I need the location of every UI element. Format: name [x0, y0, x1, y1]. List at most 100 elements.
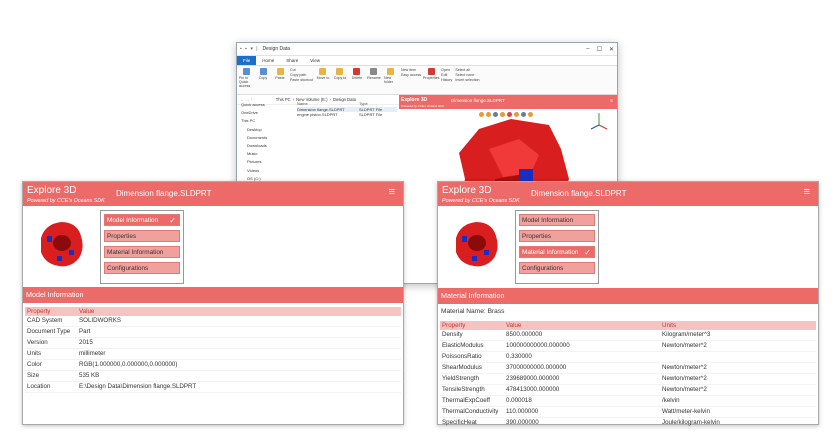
menu-material-information[interactable]: Material Information: [104, 246, 180, 258]
app-subtitle: Powered by CCE's Oceans SDK: [442, 198, 520, 204]
paste-shortcut-button[interactable]: Paste shortcut: [290, 78, 313, 83]
tab-home[interactable]: Home: [256, 56, 280, 65]
maximize-icon[interactable]: ☐: [597, 46, 602, 53]
explorer-titlebar: ▪ ▪ ▾ | Design Data – ☐ ✕: [237, 43, 617, 56]
preview-title: Explore 3D: [401, 97, 428, 103]
open-small-actions: Open Edit History: [441, 68, 452, 83]
minimize-icon[interactable]: –: [586, 46, 589, 53]
folder-icon: [319, 68, 327, 75]
nav-item[interactable]: OneDrive: [241, 109, 299, 117]
info-menu: Model Information ✓ Properties Material I…: [100, 210, 184, 284]
axis-triad-icon: [590, 113, 608, 130]
invert-selection-button[interactable]: Invert selection: [455, 78, 479, 83]
app-header: Explore 3D Powered by CCE's Oceans SDK D…: [438, 182, 818, 206]
table-row: PoissonsRatio 0.330000: [440, 352, 816, 363]
nav-item[interactable]: Downloads: [241, 142, 299, 150]
delete-icon: [353, 68, 361, 75]
easy-access-button[interactable]: Easy access: [401, 73, 421, 78]
hamburger-menu-icon[interactable]: ≡: [610, 98, 613, 104]
material-properties-table: Property Value Units Density 8500.000000 K…: [440, 321, 816, 429]
file-name: Dimension flange.SLDPRT: [531, 189, 627, 198]
properties-button[interactable]: Properties: [423, 68, 439, 80]
nav-item[interactable]: This PC: [241, 117, 299, 125]
nav-item[interactable]: Music: [241, 150, 299, 158]
new-folder-button[interactable]: New folder: [384, 68, 398, 84]
table-row: Density 8500.000000 Kilogram/meter^3: [440, 330, 816, 341]
paste-icon: [276, 68, 284, 75]
explore3d-window-model: Explore 3D Powered by CCE's Oceans SDK D…: [22, 181, 404, 425]
table-row: Size 535 KB: [25, 371, 401, 382]
menu-properties[interactable]: Properties: [519, 230, 595, 242]
select-small-actions: Select all Select none Invert selection: [455, 68, 479, 83]
menu-material-information[interactable]: Material Information ✓: [519, 246, 595, 258]
table-row: ThermalConductivity 110.000000 Watt/meter-…: [440, 407, 816, 418]
hamburger-menu-icon[interactable]: ≡: [389, 187, 395, 198]
table-row: CAD System SOLIDWORKS: [25, 316, 401, 327]
rename-icon: [370, 68, 378, 75]
tab-file[interactable]: File: [237, 56, 257, 65]
file-list: Name Type Dimension flange.SLDPRT SLDPRT…: [297, 101, 397, 118]
menu-configurations[interactable]: Configurations: [519, 262, 595, 274]
menu-configurations[interactable]: Configurations: [104, 262, 180, 274]
nav-item[interactable]: Pictures: [241, 158, 299, 166]
copy-button[interactable]: Copy: [256, 68, 270, 80]
preview-file-name: Dimension flange.SLDPRT: [451, 98, 505, 103]
pin-button[interactable]: Pin to Quick access: [239, 68, 253, 88]
info-menu: Model Information Properties Material In…: [515, 210, 599, 284]
menu-model-information[interactable]: Model Information ✓: [104, 214, 180, 226]
hamburger-menu-icon[interactable]: ≡: [804, 187, 810, 198]
new-folder-icon: [387, 68, 395, 75]
menu-properties[interactable]: Properties: [104, 230, 180, 242]
explorer-title: Design Data: [262, 46, 291, 52]
tab-share[interactable]: Share: [280, 56, 304, 65]
model-thumbnail: [41, 222, 83, 267]
app-title: Explore 3D: [442, 185, 492, 196]
tab-view[interactable]: View: [304, 56, 326, 65]
section-title: Material Information: [438, 288, 818, 304]
file-row[interactable]: engine piston.SLDPRT SLDPRT File: [297, 112, 397, 118]
model-thumbnail: [456, 222, 498, 267]
explore3d-window-material: Explore 3D Powered by CCE's Oceans SDK D…: [437, 181, 819, 429]
properties-icon: [427, 68, 435, 75]
section-title: Model Information: [23, 287, 403, 303]
menu-model-information[interactable]: Model Information: [519, 214, 595, 226]
table-row: Document Type Part: [25, 327, 401, 338]
table-row: Units millimeter: [25, 349, 401, 360]
paste-button[interactable]: Paste: [273, 68, 287, 80]
nav-item[interactable]: Desktop: [241, 126, 299, 134]
checkmark-icon: ✓: [169, 216, 176, 225]
table-header: Property Value Units: [440, 321, 816, 330]
nav-item[interactable]: Quick access: [241, 101, 299, 109]
quick-access-toolbar-icon[interactable]: ▪ ▪ ▾ |: [240, 46, 259, 52]
preview-header: Explore 3D Powered by CCE's Oceans SDK D…: [399, 95, 617, 109]
new-small-actions: New item Easy access: [401, 68, 421, 78]
delete-button[interactable]: Delete: [350, 68, 364, 80]
nav-item[interactable]: Videos: [241, 167, 299, 175]
clipboard-small-actions: Cut Copy path Paste shortcut: [290, 68, 313, 83]
table-row: SpecificHeat 390.000000 Joule/kilogram-kel…: [440, 418, 816, 429]
history-button[interactable]: History: [441, 78, 452, 83]
nav-item[interactable]: Documents: [241, 134, 299, 142]
table-row: ElasticModulus 100000000000.000000 Newton/…: [440, 341, 816, 352]
app-title: Explore 3D: [27, 185, 77, 196]
copy-icon: [259, 68, 267, 75]
app-header: Explore 3D Powered by CCE's Oceans SDK D…: [23, 182, 403, 206]
table-row: Version 2015: [25, 338, 401, 349]
file-name: Dimension flange.SLDPRT: [116, 189, 212, 198]
explorer-ribbon: Pin to Quick access Copy Paste Cut Copy …: [237, 66, 617, 95]
table-row: YieldStrength 239689000.000000 Newton/mete…: [440, 374, 816, 385]
copy-to-button[interactable]: Copy to: [333, 68, 347, 80]
explorer-ribbon-tabs: File Home Share View: [237, 56, 617, 66]
table-row: Color RGB(1.000000,0.000000,0.000000): [25, 360, 401, 371]
checkmark-icon: ✓: [584, 248, 591, 257]
preview-subtitle: Powered by CCE's Oceans SDK: [401, 104, 445, 108]
move-to-button[interactable]: Move to: [316, 68, 330, 80]
material-value: Brass: [487, 308, 505, 315]
material-name: Material Name: Brass: [441, 308, 505, 315]
table-header: Property Value: [25, 307, 401, 316]
table-row: Location E:\Design Data\Dimension flange.…: [25, 382, 401, 393]
close-icon[interactable]: ✕: [609, 46, 614, 53]
rename-button[interactable]: Rename: [367, 68, 381, 80]
properties-table: Property Value CAD System SOLIDWORKS Docu…: [25, 307, 401, 393]
table-row: ThermalExpCoeff 0.000018/kelvin: [440, 396, 816, 407]
